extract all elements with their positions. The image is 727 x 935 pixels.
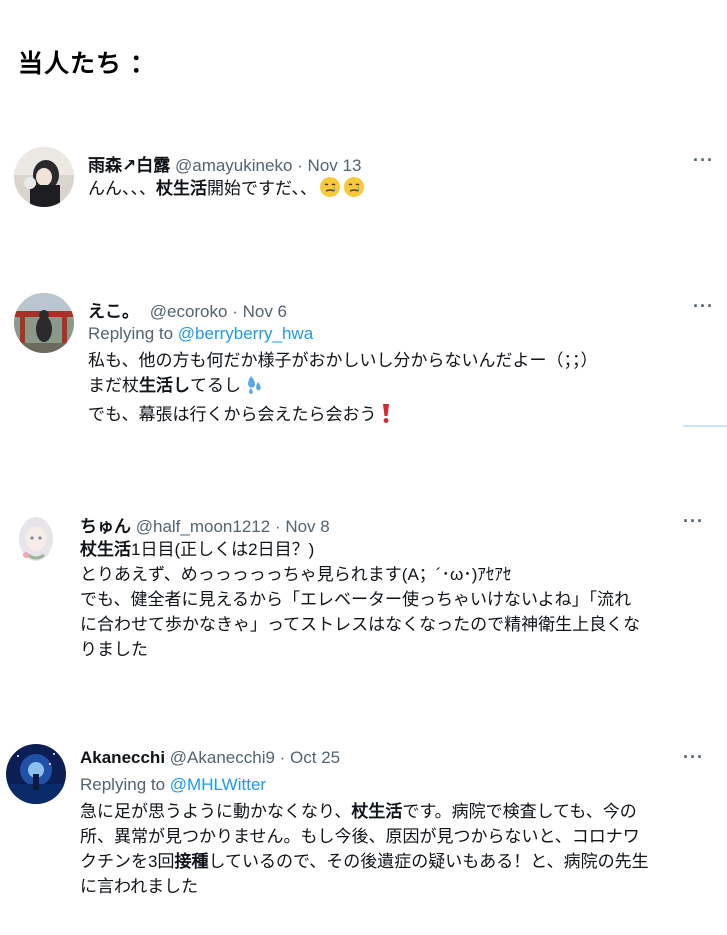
divider <box>683 425 727 427</box>
display-name[interactable]: Akanecchi <box>80 748 165 767</box>
display-name[interactable]: ちゅん <box>80 517 131 536</box>
tweet-text-line: クチンを3回接種しているので、その後遺症の疑いもある！と、病院の先生 <box>80 849 649 874</box>
text-segment: 私も、他の方も何だか様子がおかしいし分からないんだよー（；；） <box>88 351 598 370</box>
replying-label: Replying to <box>80 775 170 794</box>
text-segment: でも、健全者に見えるから「エレベーター使っちゃいけないよね」「流れ <box>80 590 632 609</box>
display-name[interactable]: えこ。 <box>88 302 139 321</box>
highlighted-keyword: 接種 <box>174 852 209 871</box>
highlighted-keyword: 杖生活 <box>351 802 403 821</box>
text-segment: しているので、その後遺症の疑いもある！と、病院の先生 <box>208 852 649 871</box>
page-heading: 当人たち ： <box>18 50 156 78</box>
tweet-text-line: でも、幕張は行くから会えたら会おう <box>88 402 598 431</box>
tweet-text: 私も、他の方も何だか様子がおかしいし分からないんだよー（；；） まだ杖生活してるし… <box>88 348 598 431</box>
text-segment: クチンを3回 <box>80 852 175 871</box>
display-name[interactable]: 雨森↗白露 <box>88 156 170 175</box>
text-segment: まだ杖 <box>88 376 139 395</box>
text-segment: とりあえず、めっっっっっちゃ見られます(A；´･ω･)ｱｾｱｾ <box>80 565 512 584</box>
text-segment: です。病院で検査しても、今の <box>402 802 637 821</box>
tweet-text-line: に言われました <box>80 874 649 899</box>
timestamp[interactable]: · Nov 8 <box>275 517 330 536</box>
tweet-text-line: 所、異常が見つかりません。もし今後、原因が見つからないと、コロナワ <box>80 824 649 849</box>
more-options-icon[interactable]: ··· <box>683 747 704 768</box>
tweet-header: 雨森↗白露 @amayukineko · Nov 13 <box>88 151 361 176</box>
handle[interactable]: @ecoroko <box>150 302 228 321</box>
avatar[interactable] <box>6 509 66 569</box>
highlighted-keyword: 杖生活 <box>80 540 131 559</box>
handle[interactable]: @Akanecchi9 <box>170 748 275 767</box>
text-segment: 所、異常が見つかりません。もし今後、原因が見つからないと、コロナワ <box>80 827 640 846</box>
text-segment: 開始ですだ、、 <box>207 179 317 198</box>
timestamp[interactable]: · Nov 6 <box>232 302 287 321</box>
highlighted-keyword: 生活し <box>139 376 190 395</box>
text-segment: に合わせて歩かなきゃ」ってストレスはなくなったので精神衛生上良くな <box>80 615 641 634</box>
reply-mention-link[interactable]: @MHLWitter <box>170 775 266 794</box>
replying-to: Replying to @MHLWitter <box>80 775 266 795</box>
tweet-header: ちゅん @half_moon1212 · Nov 8 <box>80 512 330 537</box>
handle[interactable]: @half_moon1212 <box>136 517 270 536</box>
tweet-text-line: まだ杖生活してるし <box>88 373 598 402</box>
highlighted-keyword: 杖生活 <box>156 179 207 198</box>
text-segment: てるし <box>190 376 241 395</box>
tweet-text-line: 杖生活1日目(正しくは2日目？) <box>80 537 640 562</box>
tweet-text-line: 私も、他の方も何だか様子がおかしいし分からないんだよー（；；） <box>88 348 598 373</box>
tweet-text: 杖生活1日目(正しくは2日目？) とりあえず、めっっっっっちゃ見られます(A；´･… <box>80 537 640 662</box>
text-segment: 急に足が思うように動かなくなり、 <box>80 802 352 821</box>
text-segment: んん、、、 <box>88 179 156 198</box>
tweet-text: んん、、、杖生活開始ですだ、、 <box>88 176 365 205</box>
text-segment: に言われました <box>80 877 199 896</box>
sweat-droplets-icon <box>243 373 265 402</box>
reply-mention-link[interactable]: @berryberry_hwa <box>178 324 313 343</box>
handle[interactable]: @amayukineko <box>175 156 292 175</box>
avatar[interactable] <box>6 744 66 804</box>
tweet-text-line: んん、、、杖生活開始ですだ、、 <box>88 176 365 205</box>
tweet-text-line: に合わせて歩かなきゃ」ってストレスはなくなったので精神衛生上良くな <box>80 612 640 637</box>
more-options-icon[interactable]: ··· <box>693 296 714 317</box>
timestamp[interactable]: · Nov 13 <box>297 156 361 175</box>
crying-face-icon <box>343 176 365 205</box>
timestamp[interactable]: · Oct 25 <box>280 748 340 767</box>
tweet-text-line: でも、健全者に見えるから「エレベーター使っちゃいけないよね」「流れ <box>80 587 640 612</box>
replying-label: Replying to <box>88 324 178 343</box>
tweet-text-line: とりあえず、めっっっっっちゃ見られます(A；´･ω･)ｱｾｱｾ <box>80 562 640 587</box>
tweet-text-line: りました <box>80 637 640 662</box>
exclamation-icon <box>379 402 393 431</box>
text-segment: 1日目(正しくは2日目？) <box>131 540 315 559</box>
tweet-text: 急に足が思うように動かなくなり、杖生活です。病院で検査しても、今の所、異常が見つ… <box>80 799 649 899</box>
crying-face-icon <box>319 176 341 205</box>
text-segment: りました <box>80 640 148 659</box>
more-options-icon[interactable]: ··· <box>683 511 704 532</box>
tweet-text-line: 急に足が思うように動かなくなり、杖生活です。病院で検査しても、今の <box>80 799 649 824</box>
more-options-icon[interactable]: ··· <box>693 150 714 171</box>
replying-to: Replying to @berryberry_hwa <box>88 324 313 344</box>
tweet-header: Akanecchi @Akanecchi9 · Oct 25 <box>80 748 340 768</box>
avatar[interactable] <box>14 147 74 207</box>
tweet-header: えこ。 @ecoroko · Nov 6 <box>88 297 287 322</box>
avatar[interactable] <box>14 293 74 353</box>
text-segment: でも、幕張は行くから会えたら会おう <box>88 405 377 424</box>
